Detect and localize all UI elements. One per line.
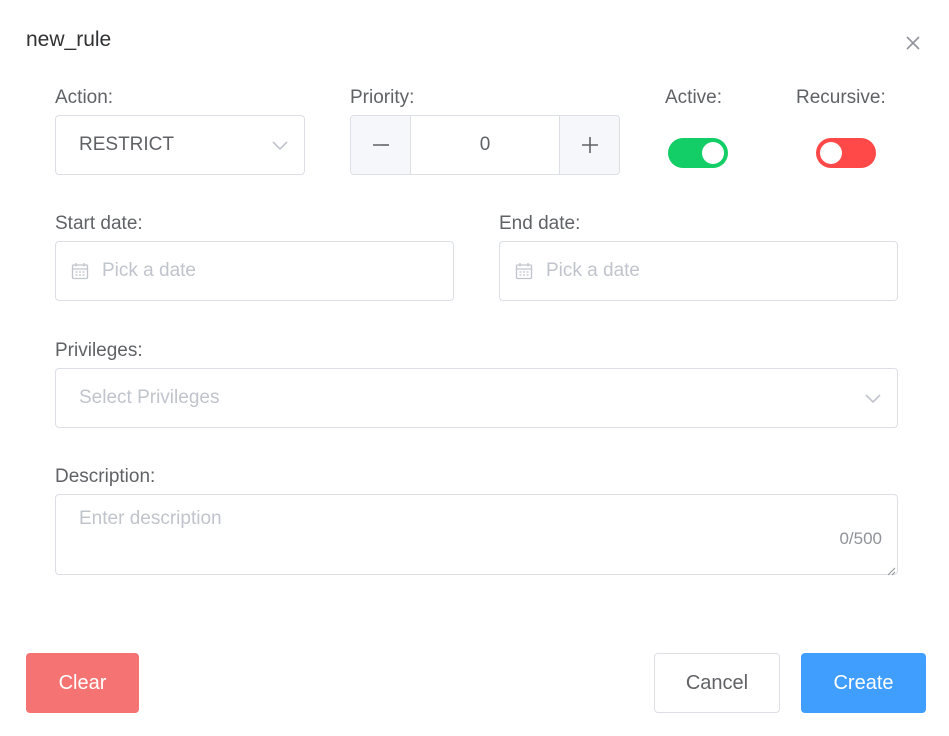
calendar-icon bbox=[71, 262, 89, 280]
action-select[interactable]: RESTRICT bbox=[55, 115, 305, 175]
start-date-picker[interactable]: Pick a date bbox=[55, 241, 454, 301]
calendar-icon bbox=[515, 262, 533, 280]
close-icon[interactable] bbox=[903, 33, 923, 53]
cancel-button[interactable]: Cancel bbox=[654, 653, 780, 713]
priority-increment-button[interactable] bbox=[559, 116, 619, 174]
end-date-picker[interactable]: Pick a date bbox=[499, 241, 898, 301]
end-date-placeholder: Pick a date bbox=[546, 260, 640, 281]
priority-label: Priority: bbox=[350, 87, 415, 108]
priority-decrement-button[interactable] bbox=[351, 116, 411, 174]
description-char-counter: 0/500 bbox=[839, 529, 882, 548]
minus-icon bbox=[371, 135, 391, 155]
privileges-placeholder: Select Privileges bbox=[79, 387, 220, 408]
action-select-value: RESTRICT bbox=[79, 134, 174, 155]
priority-input[interactable]: 0 bbox=[412, 116, 558, 174]
end-date-label: End date: bbox=[499, 213, 581, 234]
chevron-down-icon bbox=[864, 392, 882, 404]
create-button[interactable]: Create bbox=[801, 653, 926, 713]
active-switch[interactable] bbox=[668, 138, 728, 168]
recursive-label: Recursive: bbox=[796, 87, 886, 108]
recursive-switch[interactable] bbox=[816, 138, 876, 168]
switch-knob bbox=[702, 142, 724, 164]
plus-icon bbox=[580, 135, 600, 155]
privileges-label: Privileges: bbox=[55, 340, 143, 361]
priority-stepper: 0 bbox=[350, 115, 620, 175]
resize-handle-icon[interactable] bbox=[886, 563, 896, 576]
start-date-placeholder: Pick a date bbox=[102, 260, 196, 281]
new-rule-dialog: new_rule Action: RESTRICT Priority: 0 Ac… bbox=[0, 0, 949, 736]
active-label: Active: bbox=[665, 87, 723, 108]
switch-knob bbox=[820, 142, 842, 164]
description-textarea[interactable]: Enter description 0/500 bbox=[55, 494, 898, 576]
clear-button[interactable]: Clear bbox=[26, 653, 139, 713]
privileges-select[interactable]: Select Privileges bbox=[55, 368, 898, 428]
dialog-title: new_rule bbox=[26, 28, 112, 51]
description-label: Description: bbox=[55, 466, 156, 487]
chevron-down-icon bbox=[271, 139, 289, 151]
description-placeholder: Enter description bbox=[79, 508, 222, 529]
start-date-label: Start date: bbox=[55, 213, 143, 234]
action-label: Action: bbox=[55, 87, 114, 108]
